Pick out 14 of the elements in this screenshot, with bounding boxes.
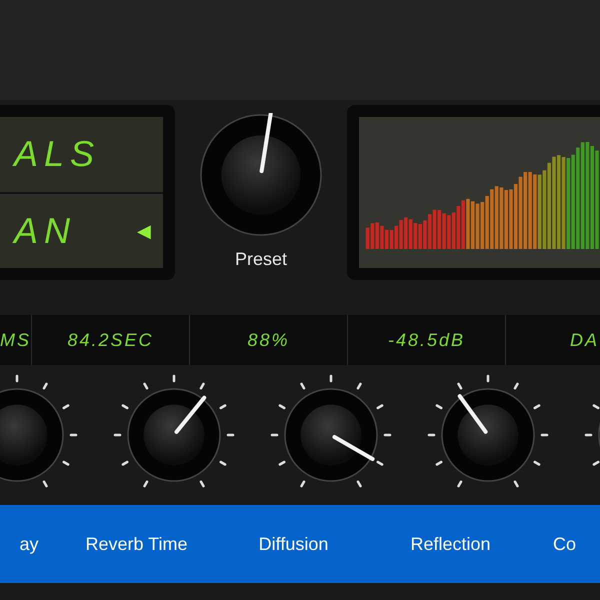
knob-label: Reflection: [410, 533, 491, 556]
knob-label: Reverb Time: [85, 533, 188, 556]
readout-value: -48.5dB: [388, 329, 466, 352]
readout-value: 84.2SEC: [67, 329, 154, 352]
knob-label: Preset: [234, 248, 288, 270]
readout-value: DA: [570, 329, 599, 352]
knob-label: ay: [19, 533, 38, 556]
lcd-text: AN: [14, 210, 76, 251]
knob-label: Co: [552, 533, 576, 556]
previous-button[interactable]: ◀: [137, 216, 151, 245]
readout-value: 88%: [247, 329, 290, 352]
knob-label: Diffusion: [258, 533, 328, 556]
lcd-text: ALS: [14, 134, 100, 174]
readout-value: MS: [0, 329, 31, 352]
